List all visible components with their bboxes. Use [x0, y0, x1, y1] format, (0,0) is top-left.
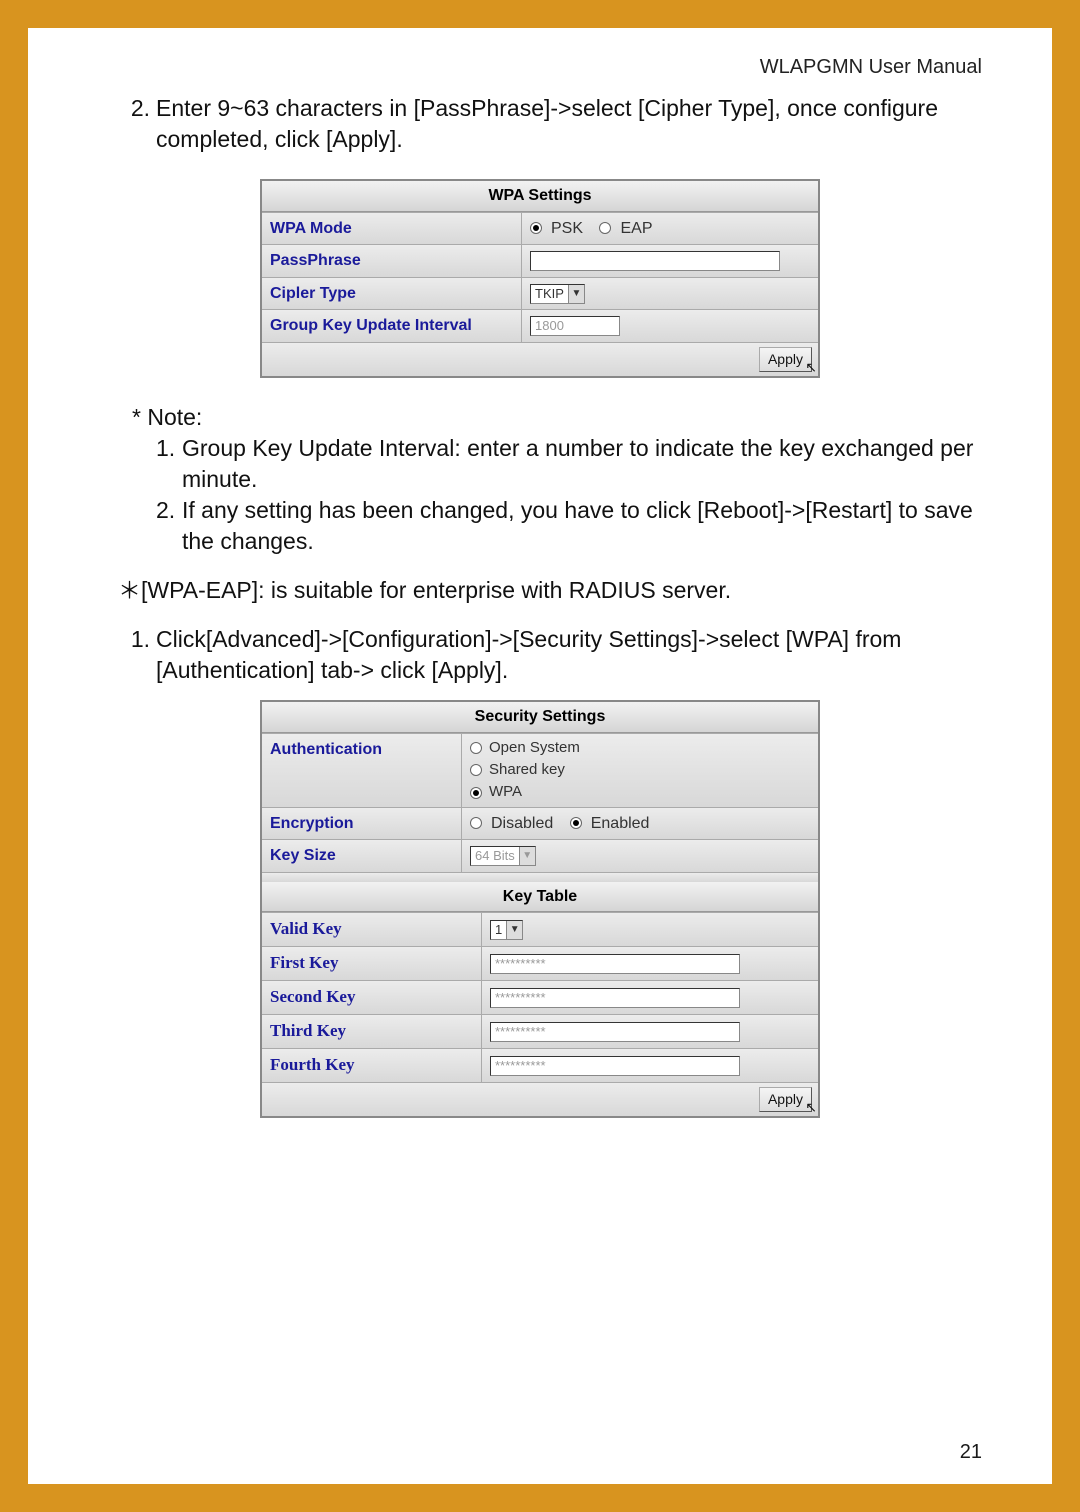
eap-label: EAP: [620, 218, 652, 240]
wpa-mode-options: PSK EAP: [522, 213, 818, 245]
apply-label: Apply: [768, 351, 803, 367]
keysize-label: Key Size: [262, 840, 462, 872]
manual-title: WLAPGMN User Manual: [98, 56, 982, 79]
third-key-label: Third Key: [262, 1015, 482, 1048]
encryption-options: Disabled Enabled: [462, 808, 818, 840]
chevron-down-icon: ▼: [506, 921, 522, 939]
note-heading: * Note:: [132, 402, 982, 433]
auth-open-label: Open System: [489, 738, 580, 758]
second-key-label: Second Key: [262, 981, 482, 1014]
psk-label: PSK: [551, 218, 583, 240]
keysize-value: 64 Bits: [471, 847, 519, 865]
valid-key-select[interactable]: 1 ▼: [490, 920, 523, 940]
valid-key-value: 1: [491, 921, 506, 939]
note-text: If any setting has been changed, you hav…: [182, 495, 982, 557]
key-table-title: Key Table: [262, 882, 818, 913]
passphrase-input[interactable]: [530, 251, 780, 271]
step-num: 1.: [98, 624, 156, 686]
note-num: 2.: [156, 495, 182, 557]
auth-wpa-label: WPA: [489, 782, 522, 802]
radio-open-system[interactable]: [470, 742, 482, 754]
keysize-select: 64 Bits ▼: [470, 846, 536, 866]
radio-eap[interactable]: [599, 222, 611, 234]
note-num: 1.: [156, 433, 182, 495]
first-key-label: First Key: [262, 947, 482, 980]
page: WLAPGMN User Manual 2. Enter 9~63 charac…: [28, 28, 1052, 1484]
step-1b: 1. Click[Advanced]->[Configuration]->[Se…: [98, 624, 982, 686]
fourth-key-input[interactable]: **********: [490, 1056, 740, 1076]
apply-label: Apply: [768, 1091, 803, 1107]
auth-label: Authentication: [262, 734, 462, 807]
apply-button[interactable]: Apply ↖: [759, 1087, 812, 1112]
enc-enabled-label: Enabled: [591, 813, 650, 835]
interval-label: Group Key Update Interval: [262, 310, 522, 342]
note-text: Group Key Update Interval: enter a numbe…: [182, 433, 982, 495]
step-text: Click[Advanced]->[Configuration]->[Secur…: [156, 624, 982, 686]
auth-shared-label: Shared key: [489, 760, 565, 780]
step-num: 2.: [98, 93, 156, 155]
cursor-icon: ↖: [805, 358, 817, 377]
note-1: 1. Group Key Update Interval: enter a nu…: [156, 433, 982, 495]
wpa-eap-note: ＊[WPA-EAP]: is suitable for enterprise w…: [118, 575, 982, 606]
security-settings-panel: Security Settings Authentication Open Sy…: [260, 700, 820, 1118]
step-2: 2. Enter 9~63 characters in [PassPhrase]…: [98, 93, 982, 155]
radio-enabled[interactable]: [570, 817, 582, 829]
fourth-key-label: Fourth Key: [262, 1049, 482, 1082]
wpa-settings-title: WPA Settings: [262, 181, 818, 212]
security-settings-title: Security Settings: [262, 702, 818, 733]
enc-disabled-label: Disabled: [491, 813, 553, 835]
chevron-down-icon: ▼: [519, 847, 535, 865]
cipher-value: TKIP: [531, 285, 568, 303]
apply-button[interactable]: Apply ↖: [759, 347, 812, 372]
valid-key-label: Valid Key: [262, 913, 482, 946]
cipher-select[interactable]: TKIP ▼: [530, 284, 585, 304]
first-key-input[interactable]: **********: [490, 954, 740, 974]
third-key-input[interactable]: **********: [490, 1022, 740, 1042]
page-number: 21: [960, 1441, 982, 1464]
interval-input[interactable]: 1800: [530, 316, 620, 336]
passphrase-label: PassPhrase: [262, 245, 522, 277]
radio-disabled[interactable]: [470, 817, 482, 829]
cipher-label: Cipler Type: [262, 278, 522, 310]
chevron-down-icon: ▼: [568, 285, 584, 303]
radio-shared-key[interactable]: [470, 764, 482, 776]
radio-psk[interactable]: [530, 222, 542, 234]
step-text: Enter 9~63 characters in [PassPhrase]->s…: [156, 93, 982, 155]
second-key-input[interactable]: **********: [490, 988, 740, 1008]
radio-wpa[interactable]: [470, 787, 482, 799]
body: 2. Enter 9~63 characters in [PassPhrase]…: [98, 93, 982, 1118]
wpa-settings-panel: WPA Settings WPA Mode PSK EAP PassPhrase: [260, 179, 820, 378]
note-2: 2. If any setting has been changed, you …: [156, 495, 982, 557]
cursor-icon: ↖: [805, 1098, 817, 1117]
encryption-label: Encryption: [262, 808, 462, 840]
wpa-mode-label: WPA Mode: [262, 213, 522, 245]
